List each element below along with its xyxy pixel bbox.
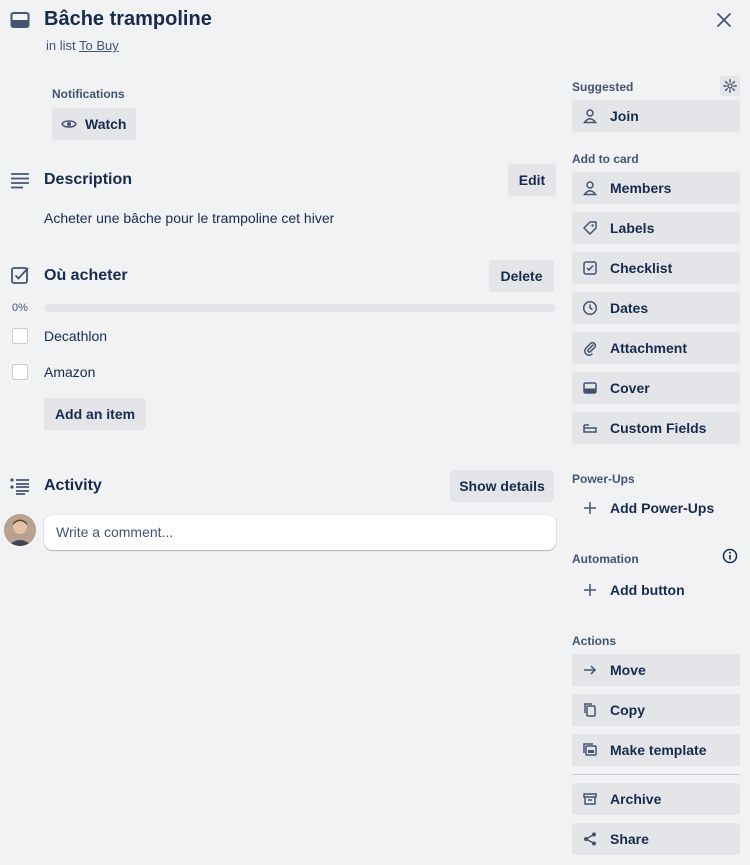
- template-icon: [582, 742, 598, 758]
- add-powerups-button[interactable]: Add Power-Ups: [572, 492, 740, 524]
- attachment-button[interactable]: Attachment: [572, 332, 740, 364]
- in-list-prefix: in list: [46, 38, 76, 53]
- comment-input[interactable]: Write a comment...: [44, 515, 556, 550]
- edit-description-button[interactable]: Edit: [508, 164, 556, 196]
- eye-icon: [61, 116, 77, 132]
- delete-checklist-button[interactable]: Delete: [489, 260, 554, 292]
- custom-fields-label: Custom Fields: [610, 420, 707, 436]
- automation-label: Automation: [572, 552, 639, 566]
- add-button-label: Add button: [610, 582, 685, 598]
- actions-label: Actions: [572, 634, 617, 648]
- move-button[interactable]: Move: [572, 654, 740, 686]
- checklist-item-checkbox[interactable]: [12, 364, 28, 380]
- move-label: Move: [610, 662, 646, 678]
- info-icon[interactable]: [721, 547, 739, 565]
- watch-button[interactable]: Watch: [52, 108, 136, 140]
- members-label: Members: [610, 180, 672, 196]
- watch-label: Watch: [85, 116, 127, 132]
- tag-icon: [582, 220, 598, 236]
- activity-icon: [9, 476, 31, 498]
- list-link[interactable]: To Buy: [79, 38, 119, 53]
- plus-icon: [582, 582, 598, 598]
- card-title[interactable]: Bâche trampoline: [44, 8, 212, 31]
- clock-icon: [582, 300, 598, 316]
- arrow-right-icon: [582, 662, 598, 678]
- checklist-icon: [582, 260, 598, 276]
- archive-icon: [582, 791, 598, 807]
- person-icon: [582, 180, 598, 196]
- description-icon: [9, 170, 31, 192]
- custom-fields-icon: [582, 420, 598, 436]
- labels-button[interactable]: Labels: [572, 212, 740, 244]
- copy-button[interactable]: Copy: [572, 694, 740, 726]
- card-icon: [10, 10, 30, 30]
- notifications-label: Notifications: [52, 87, 125, 101]
- cover-label: Cover: [610, 380, 650, 396]
- show-details-button[interactable]: Show details: [450, 470, 554, 502]
- activity-title: Activity: [44, 477, 102, 494]
- checklist-item-label[interactable]: Amazon: [44, 364, 95, 380]
- add-button-button[interactable]: Add button: [572, 574, 740, 606]
- in-list-text: in list To Buy: [46, 38, 119, 53]
- add-to-card-label: Add to card: [572, 152, 639, 166]
- make-template-label: Make template: [610, 742, 707, 758]
- suggested-label: Suggested: [572, 80, 634, 94]
- join-label: Join: [610, 108, 639, 124]
- avatar[interactable]: [4, 514, 36, 546]
- checklist-item-checkbox[interactable]: [12, 328, 28, 344]
- cover-button[interactable]: Cover: [572, 372, 740, 404]
- share-button[interactable]: Share: [572, 823, 740, 855]
- actions-divider: [572, 774, 740, 775]
- gear-icon[interactable]: [720, 76, 740, 96]
- description-title: Description: [44, 171, 133, 188]
- description-text[interactable]: Acheter une bâche pour le trampoline cet…: [44, 210, 334, 226]
- copy-icon: [582, 702, 598, 718]
- plus-icon: [582, 500, 598, 516]
- copy-label: Copy: [610, 702, 645, 718]
- make-template-button[interactable]: Make template: [572, 734, 740, 766]
- join-button[interactable]: Join: [572, 100, 740, 132]
- custom-fields-button[interactable]: Custom Fields: [572, 412, 740, 444]
- checklist-button[interactable]: Checklist: [572, 252, 740, 284]
- share-icon: [582, 831, 598, 847]
- checklist-icon: [9, 265, 31, 287]
- close-icon[interactable]: [712, 8, 736, 32]
- checklist-progress-percent: 0%: [12, 302, 28, 314]
- checklist-title[interactable]: Où acheter: [44, 267, 128, 285]
- paperclip-icon: [582, 340, 598, 356]
- checklist-label: Checklist: [610, 260, 673, 276]
- attachment-label: Attachment: [610, 340, 688, 356]
- add-item-button[interactable]: Add an item: [44, 398, 146, 430]
- powerups-label: Power-Ups: [572, 472, 635, 486]
- archive-button[interactable]: Archive: [572, 783, 740, 815]
- checklist-progress-bar: [44, 304, 556, 312]
- labels-label: Labels: [610, 220, 655, 236]
- cover-icon: [582, 380, 598, 396]
- person-icon: [582, 108, 598, 124]
- dates-label: Dates: [610, 300, 649, 316]
- add-powerups-label: Add Power-Ups: [610, 500, 715, 516]
- archive-label: Archive: [610, 791, 662, 807]
- members-button[interactable]: Members: [572, 172, 740, 204]
- share-label: Share: [610, 831, 649, 847]
- dates-button[interactable]: Dates: [572, 292, 740, 324]
- checklist-item-label[interactable]: Decathlon: [44, 328, 107, 344]
